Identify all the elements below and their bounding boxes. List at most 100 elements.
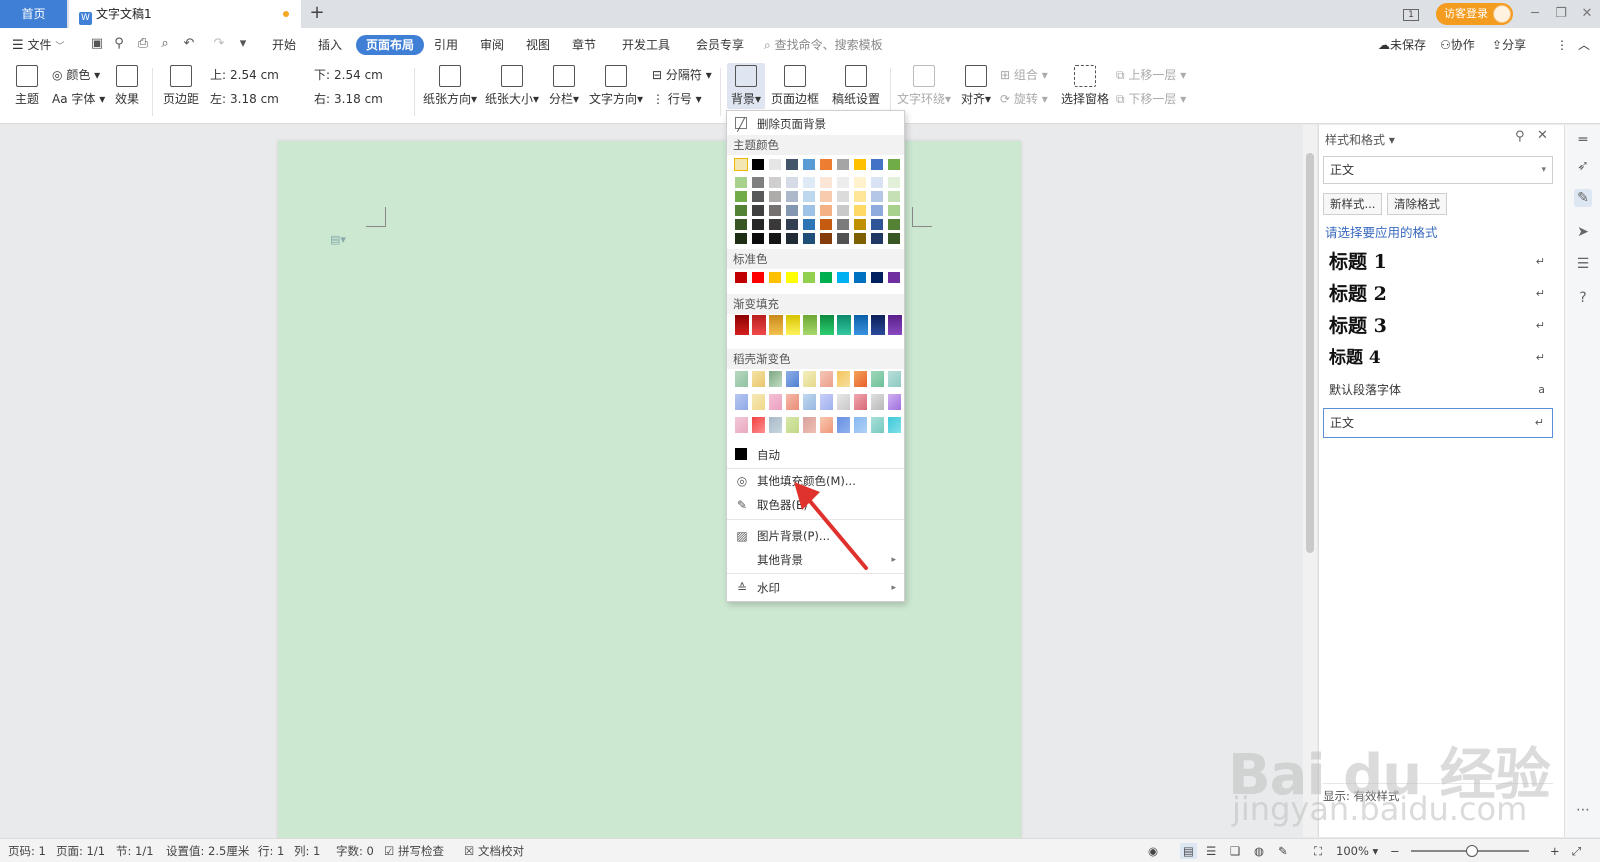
theme-shade-swatch[interactable] xyxy=(888,177,900,188)
colors-button[interactable]: ◎ 颜色 ▾ xyxy=(52,66,100,84)
collapse-icon[interactable]: ═ xyxy=(1574,131,1592,149)
docer-gradient-swatch[interactable] xyxy=(786,417,799,433)
left-margin-value[interactable]: 3.18 cm xyxy=(226,90,304,109)
standard-color-swatch[interactable] xyxy=(820,272,832,283)
docer-gradient-swatch[interactable] xyxy=(871,371,884,387)
selection-pane-button[interactable]: 选择窗格 xyxy=(1060,65,1110,107)
watermark-item[interactable]: ≙ 水印 ▸ xyxy=(727,577,904,599)
theme-shade-swatch[interactable] xyxy=(786,219,798,230)
theme-color-swatch[interactable] xyxy=(888,159,900,170)
top-margin-field[interactable]: 上: 2.54 cm xyxy=(210,66,304,84)
theme-shade-swatch[interactable] xyxy=(803,233,815,244)
theme-color-swatch[interactable] xyxy=(734,158,748,171)
theme-shade-swatch[interactable] xyxy=(888,191,900,202)
docer-gradient-swatch[interactable] xyxy=(888,417,901,433)
theme-shade-swatch[interactable] xyxy=(735,191,747,202)
theme-shade-swatch[interactable] xyxy=(888,233,900,244)
close-panel-icon[interactable]: ✕ xyxy=(1537,128,1548,143)
standard-color-swatch[interactable] xyxy=(735,272,747,283)
theme-shade-swatch[interactable] xyxy=(769,177,781,188)
gradient-fill-swatch[interactable] xyxy=(803,315,817,335)
guest-login-button[interactable]: 访客登录 xyxy=(1436,3,1513,25)
status-line[interactable]: 行: 1 xyxy=(258,843,284,859)
bottom-margin-field[interactable]: 下: 2.54 cm xyxy=(314,66,408,84)
theme-shade-swatch[interactable] xyxy=(803,177,815,188)
docer-gradient-swatch[interactable] xyxy=(752,394,765,410)
rotate-button[interactable]: ⟳ 旋转 ▾ xyxy=(1000,90,1048,108)
line-numbers-button[interactable]: ⋮ 行号 ▾ xyxy=(652,90,702,108)
theme-shade-swatch[interactable] xyxy=(786,233,798,244)
share-button[interactable]: ⇪分享 xyxy=(1492,35,1526,55)
standard-color-swatch[interactable] xyxy=(769,272,781,283)
status-pages[interactable]: 页面: 1/1 xyxy=(56,843,105,859)
fit-page-icon[interactable]: ⛶ xyxy=(1314,843,1322,859)
zoom-in-button[interactable]: + xyxy=(1550,843,1560,859)
docer-gradient-swatch[interactable] xyxy=(871,417,884,433)
restore-icon[interactable]: ❐ xyxy=(1548,0,1574,28)
settings-sliders-icon[interactable]: ☰ xyxy=(1574,255,1592,273)
redo-icon[interactable]: ↷ xyxy=(212,37,226,51)
collaborate-button[interactable]: ⚇协作 xyxy=(1440,35,1475,55)
theme-shade-swatch[interactable] xyxy=(837,205,849,216)
more-icon[interactable]: ⋮ xyxy=(1556,35,1568,55)
theme-color-swatch[interactable] xyxy=(854,159,866,170)
docer-gradient-swatch[interactable] xyxy=(769,417,782,433)
styles-pen-icon[interactable]: ✎ xyxy=(1574,189,1592,207)
text-wrap-button[interactable]: 文字环绕▾ xyxy=(896,65,952,107)
new-tab-button[interactable]: + xyxy=(306,3,328,25)
theme-color-swatch[interactable] xyxy=(786,159,798,170)
theme-shade-swatch[interactable] xyxy=(888,219,900,230)
theme-shade-swatch[interactable] xyxy=(769,191,781,202)
more-options-icon[interactable]: ⋯ xyxy=(1574,801,1592,819)
style-heading-3[interactable]: 标题 3 ↵ xyxy=(1323,310,1553,342)
theme-shade-swatch[interactable] xyxy=(752,219,764,230)
tab-review[interactable]: 审阅 xyxy=(480,35,504,55)
paste-options-icon[interactable]: ▤▾ xyxy=(330,233,346,246)
tab-references[interactable]: 引用 xyxy=(434,35,458,55)
page-indicator-icon[interactable]: 1 xyxy=(1398,0,1424,28)
status-page-number[interactable]: 页码: 1 xyxy=(8,843,46,859)
outline-view-icon[interactable]: ☰ xyxy=(1206,843,1216,859)
docer-gradient-swatch[interactable] xyxy=(769,394,782,410)
gradient-fill-swatch[interactable] xyxy=(786,315,800,335)
tab-view[interactable]: 视图 xyxy=(526,35,550,55)
rocket-icon[interactable]: ➶ xyxy=(1574,157,1592,175)
docer-gradient-swatch[interactable] xyxy=(854,394,867,410)
theme-shade-swatch[interactable] xyxy=(786,177,798,188)
style-heading-1[interactable]: 标题 1 ↵ xyxy=(1323,246,1553,278)
command-search[interactable]: ⌕ 查找命令、搜索模板 xyxy=(764,35,883,55)
theme-shade-swatch[interactable] xyxy=(837,191,849,202)
collapse-ribbon-icon[interactable]: ︿ xyxy=(1578,35,1590,55)
reading-view-icon[interactable]: ❑ xyxy=(1230,843,1240,859)
docer-gradient-swatch[interactable] xyxy=(820,394,833,410)
docer-gradient-swatch[interactable] xyxy=(888,394,901,410)
docer-gradient-swatch[interactable] xyxy=(769,371,782,387)
format-painter-icon[interactable]: ⚲ xyxy=(112,37,126,51)
styles-panel-title[interactable]: 样式和格式 ▾ xyxy=(1325,131,1395,148)
eye-protection-icon[interactable]: ◉ xyxy=(1148,843,1158,859)
bring-forward-button[interactable]: ⧉ 上移一层 ▾ xyxy=(1116,66,1186,84)
docer-gradient-swatch[interactable] xyxy=(735,371,748,387)
style-heading-2[interactable]: 标题 2 ↵ xyxy=(1323,278,1553,310)
gradient-fill-swatch[interactable] xyxy=(752,315,766,335)
unsaved-button[interactable]: ☁未保存 xyxy=(1378,35,1426,55)
file-menu[interactable]: ☰ 文件 ﹀ xyxy=(12,35,64,55)
spell-check-button[interactable]: ☑ 拼写检查 xyxy=(384,843,444,859)
style-default-font[interactable]: 默认段落字体 a xyxy=(1323,374,1553,406)
status-setting[interactable]: 设置值: 2.5厘米 xyxy=(166,843,249,859)
orientation-button[interactable]: 纸张方向▾ xyxy=(422,65,478,107)
style-heading-4[interactable]: 标题 4 ↵ xyxy=(1323,342,1553,374)
standard-color-swatch[interactable] xyxy=(803,272,815,283)
clear-format-button[interactable]: 清除格式 xyxy=(1387,193,1447,215)
docer-gradient-swatch[interactable] xyxy=(752,371,765,387)
bottom-margin-value[interactable]: 2.54 cm xyxy=(330,66,408,85)
manuscript-button[interactable]: 稿纸设置 xyxy=(830,65,882,107)
theme-shade-swatch[interactable] xyxy=(871,219,883,230)
standard-color-swatch[interactable] xyxy=(888,272,900,283)
effects-button[interactable]: 效果 xyxy=(110,65,144,107)
theme-shade-swatch[interactable] xyxy=(803,205,815,216)
theme-shade-swatch[interactable] xyxy=(769,219,781,230)
print-preview-icon[interactable]: ⌕ xyxy=(158,37,172,51)
right-margin-value[interactable]: 3.18 cm xyxy=(330,90,408,109)
text-direction-button[interactable]: 文字方向▾ xyxy=(588,65,644,107)
